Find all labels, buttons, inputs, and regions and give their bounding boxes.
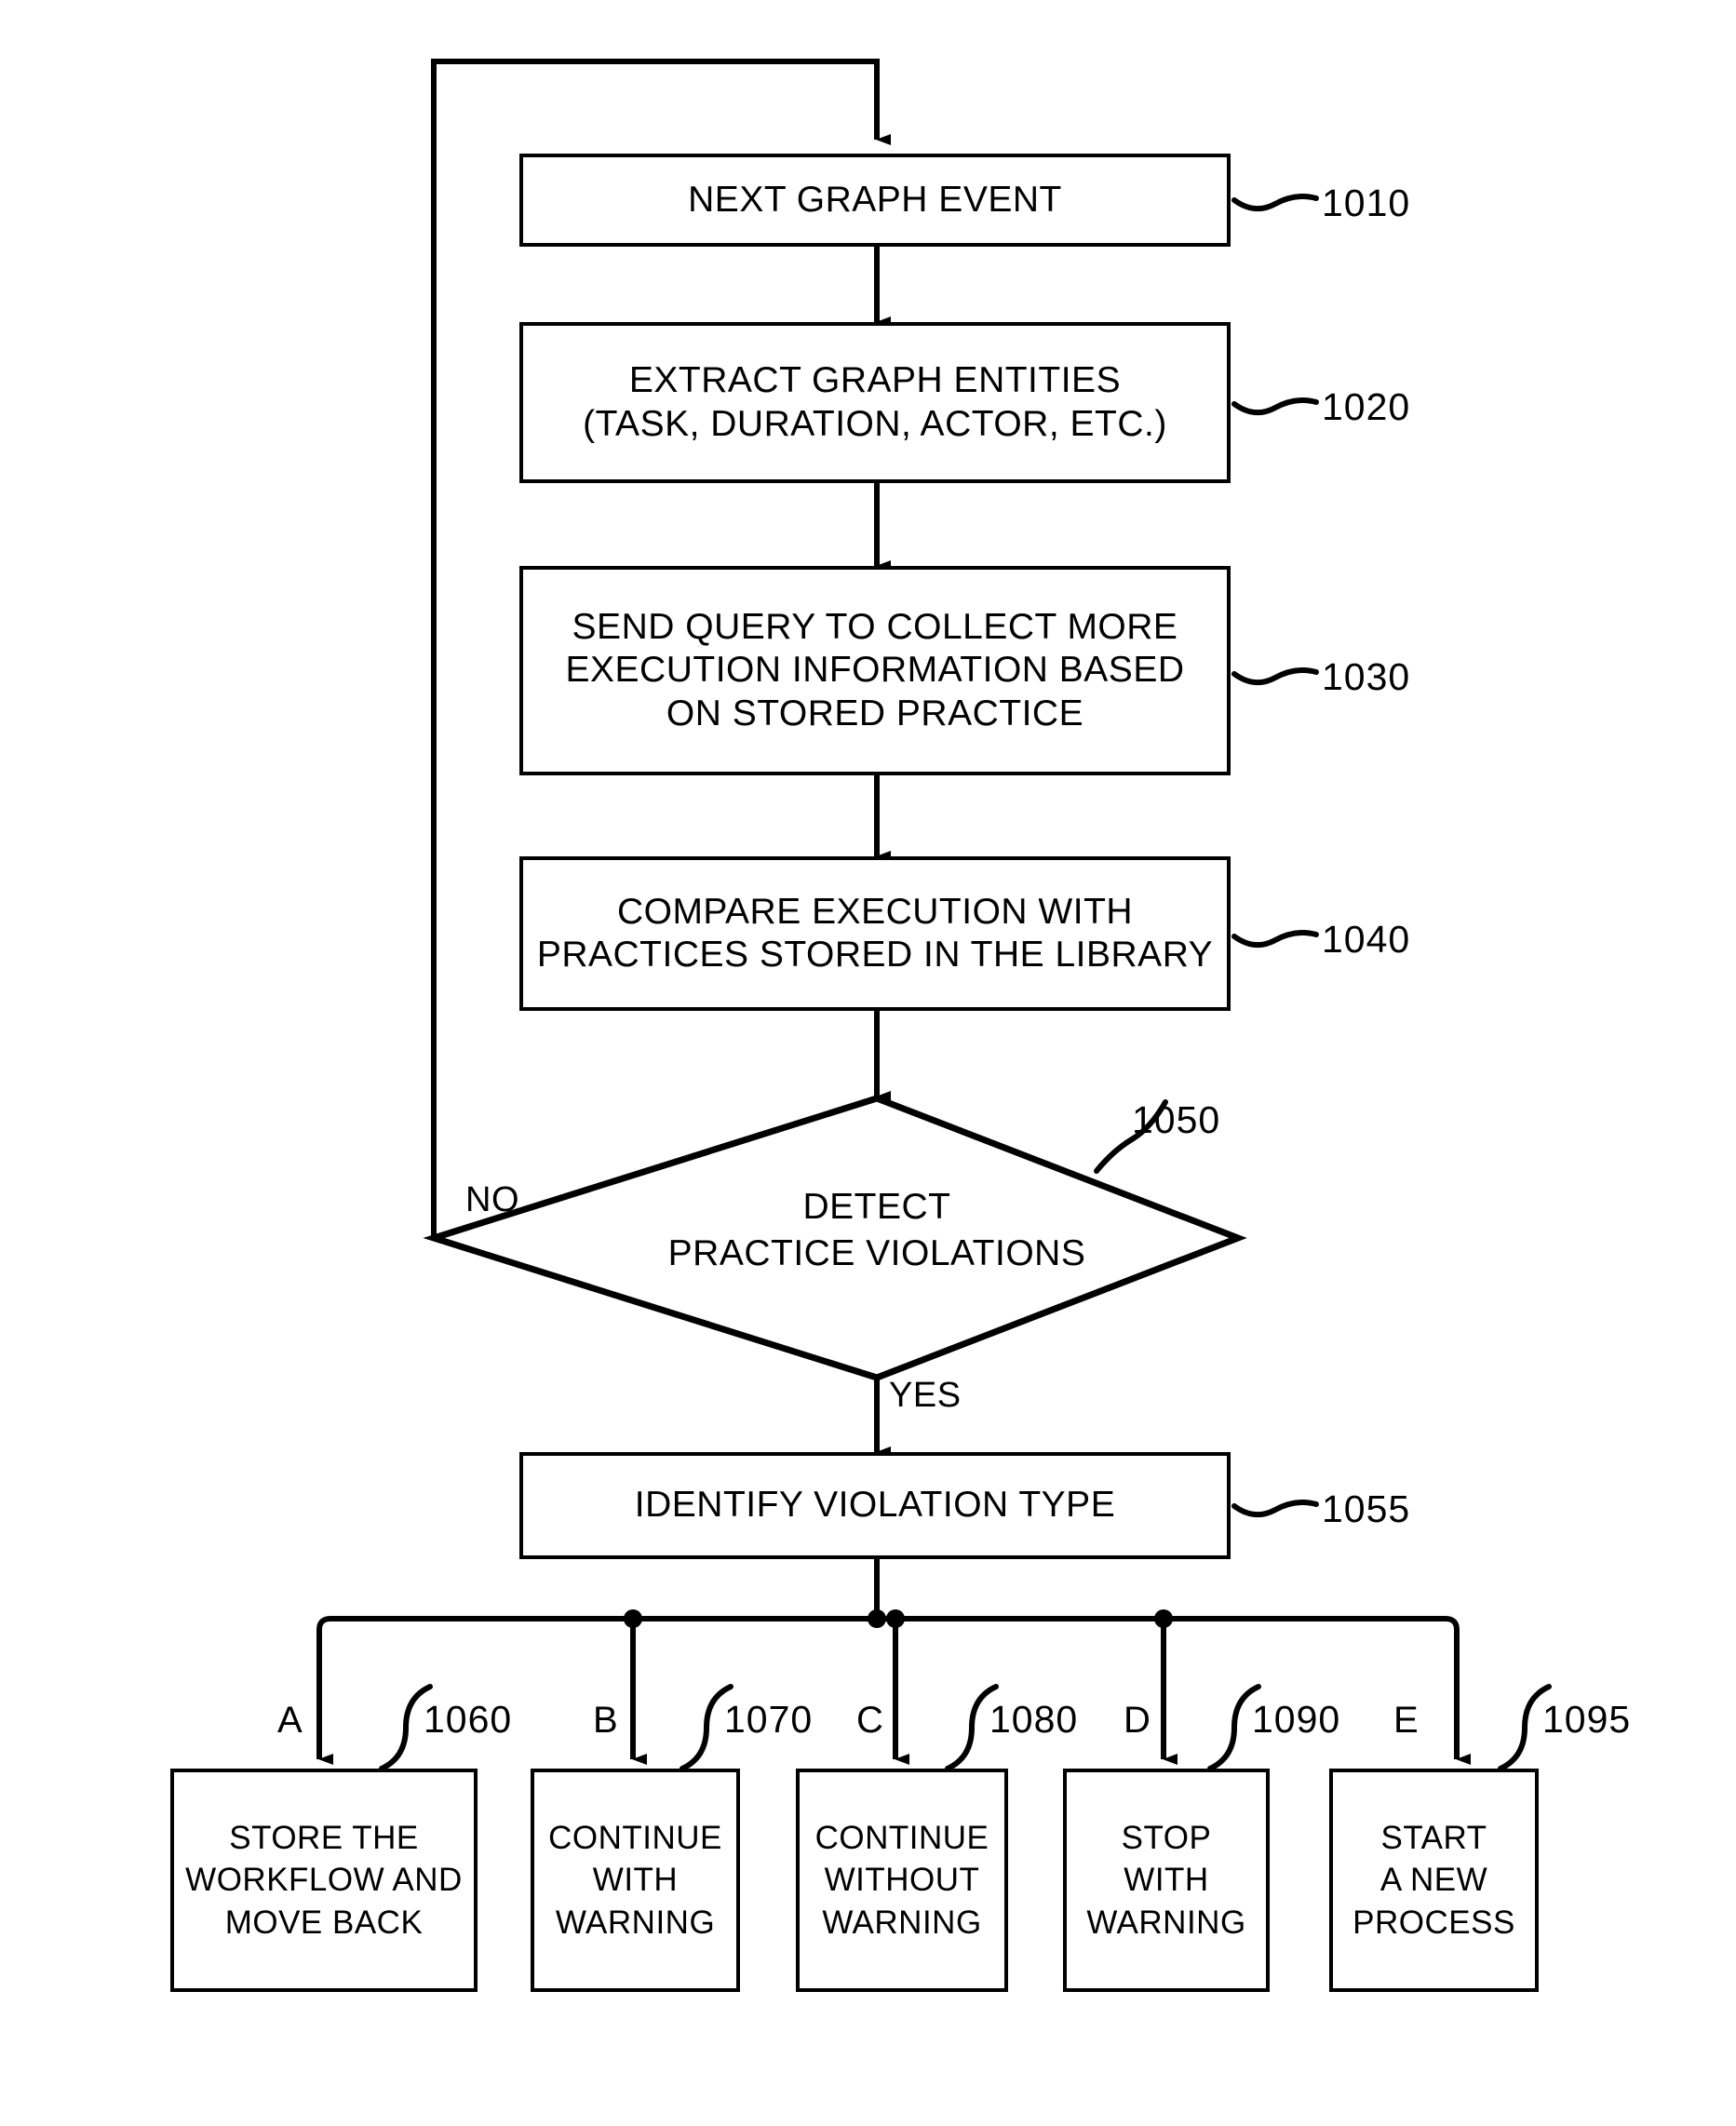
node-line: PROCESS	[1352, 1904, 1515, 1941]
node-line: PRACTICES STORED IN THE LIBRARY	[536, 935, 1214, 975]
node-line: NEXT GRAPH EVENT	[688, 179, 1062, 220]
edge-label-no: NO	[465, 1180, 519, 1219]
node-extract-graph-entities[interactable]: EXTRACT GRAPH ENTITIES (TASK, DURATION, …	[519, 322, 1231, 483]
leader-1055	[1231, 1500, 1319, 1518]
node-line: WITH	[592, 1862, 679, 1899]
node-line: WARNING	[822, 1904, 982, 1941]
node-line: WITH	[1124, 1862, 1209, 1899]
node-line: SEND QUERY TO COLLECT MORE	[572, 607, 1178, 648]
leader-1020	[1231, 397, 1319, 416]
node-line: STOP	[1121, 1819, 1212, 1856]
node-line: CONTINUE	[814, 1819, 989, 1856]
node-line: WORKFLOW AND	[185, 1862, 463, 1899]
decision-line: PRACTICE VIOLATIONS	[667, 1232, 1086, 1273]
node-line: MOVE BACK	[224, 1904, 424, 1941]
node-line: COMPARE EXECUTION WITH	[616, 891, 1134, 932]
node-send-query[interactable]: SEND QUERY TO COLLECT MORE EXECUTION INF…	[519, 566, 1231, 775]
leader-1040	[1231, 930, 1319, 949]
node-line: CONTINUE	[548, 1819, 722, 1856]
node-line: START	[1380, 1819, 1487, 1856]
node-line: WITHOUT	[824, 1862, 980, 1899]
branch-letter-a: A	[277, 1700, 303, 1741]
node-line: WARNING	[555, 1904, 716, 1941]
branch-letter-c: C	[856, 1700, 883, 1741]
ref-numeral-1095: 1095	[1542, 1698, 1632, 1741]
ref-numeral-1055: 1055	[1322, 1487, 1411, 1530]
node-line: EXECUTION INFORMATION BASED	[565, 650, 1185, 691]
node-line: STORE THE	[229, 1819, 419, 1856]
branch-letter-d: D	[1124, 1700, 1151, 1741]
node-line: IDENTIFY VIOLATION TYPE	[634, 1485, 1116, 1526]
ref-numeral-1040: 1040	[1322, 918, 1411, 961]
ref-numeral-1020: 1020	[1322, 385, 1411, 428]
node-start-new-process[interactable]: START A NEW PROCESS	[1329, 1769, 1539, 1992]
edge-label-yes: YES	[889, 1376, 962, 1415]
node-store-workflow-move-back[interactable]: STORE THE WORKFLOW AND MOVE BACK	[170, 1769, 478, 1992]
ref-numeral-1010: 1010	[1322, 182, 1411, 224]
node-compare-execution[interactable]: COMPARE EXECUTION WITH PRACTICES STORED …	[519, 856, 1231, 1011]
branch-letter-b: B	[593, 1700, 618, 1741]
node-line: (TASK, DURATION, ACTOR, ETC.)	[583, 403, 1167, 444]
ref-numeral-1070: 1070	[724, 1698, 814, 1741]
flowchart-diagram: NEXT GRAPH EVENT EXTRACT GRAPH ENTITIES …	[0, 0, 1736, 2126]
ref-numeral-1050: 1050	[1132, 1098, 1221, 1141]
edge-bus-to-1095	[1445, 1616, 1471, 1765]
decision-label-1050: DETECT PRACTICE VIOLATIONS	[598, 1184, 1156, 1277]
node-line: WARNING	[1086, 1904, 1246, 1941]
node-line: EXTRACT GRAPH ENTITIES	[628, 360, 1122, 401]
branch-letter-e: E	[1393, 1700, 1419, 1741]
node-next-graph-event[interactable]: NEXT GRAPH EVENT	[519, 154, 1231, 247]
decision-line: DETECT	[802, 1187, 951, 1227]
ref-numeral-1080: 1080	[989, 1698, 1079, 1741]
ref-numeral-1030: 1030	[1322, 655, 1411, 698]
leader-1010	[1231, 194, 1319, 212]
node-line: ON STORED PRACTICE	[666, 693, 1084, 733]
node-continue-with-warning[interactable]: CONTINUE WITH WARNING	[531, 1769, 740, 1992]
node-identify-violation-type[interactable]: IDENTIFY VIOLATION TYPE	[519, 1452, 1231, 1559]
node-stop-with-warning[interactable]: STOP WITH WARNING	[1063, 1769, 1270, 1992]
ref-numeral-1060: 1060	[424, 1698, 513, 1741]
node-line: A NEW	[1379, 1862, 1488, 1899]
ref-numeral-1090: 1090	[1252, 1698, 1341, 1741]
edge-bus-to-1060	[316, 1616, 333, 1765]
node-continue-without-warning[interactable]: CONTINUE WITHOUT WARNING	[796, 1769, 1008, 1992]
leader-1030	[1231, 667, 1319, 686]
